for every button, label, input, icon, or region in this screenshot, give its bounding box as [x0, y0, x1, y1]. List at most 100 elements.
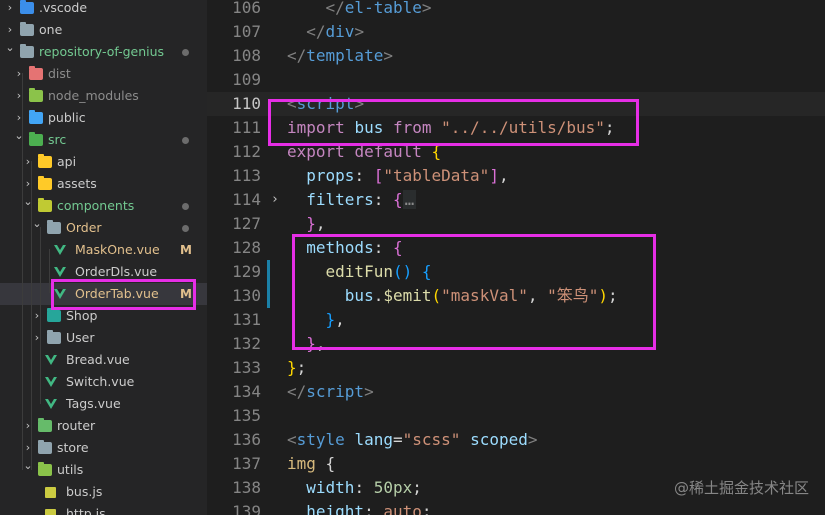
- code-line[interactable]: 137 img {: [207, 452, 825, 476]
- code-line[interactable]: 114 › filters: {…: [207, 188, 825, 212]
- chevron-down-icon[interactable]: ⌄: [31, 213, 43, 235]
- code-token: </: [306, 22, 326, 41]
- chevron-right-icon[interactable]: ›: [22, 151, 34, 173]
- fold-chevron-icon[interactable]: ›: [271, 188, 279, 212]
- vue-file-icon: [45, 355, 57, 365]
- chevron-right-icon[interactable]: ›: [4, 0, 16, 19]
- chevron-right-icon[interactable]: ›: [31, 305, 43, 327]
- explorer-item-label: .vscode: [39, 0, 88, 15]
- vue-file-icon: [45, 377, 57, 387]
- explorer-item-label: store: [57, 440, 89, 455]
- code-token: :: [373, 190, 393, 209]
- code-token: bus: [344, 286, 374, 305]
- line-number: 112: [232, 142, 261, 161]
- explorer-item-dist[interactable]: › dist: [0, 63, 207, 85]
- code-content: export default {: [287, 140, 441, 164]
- explorer-item-http-js[interactable]: http.js: [0, 503, 207, 515]
- code-line[interactable]: 107 </div>: [207, 20, 825, 44]
- folded-ellipsis[interactable]: …: [402, 190, 417, 209]
- code-line[interactable]: 130 bus.$emit("maskVal", "笨鸟");: [207, 284, 825, 308]
- code-content: },: [287, 308, 345, 332]
- folder-icon: [47, 220, 61, 234]
- chevron-right-icon[interactable]: ›: [22, 415, 34, 437]
- code-line[interactable]: 108 </template>: [207, 44, 825, 68]
- explorer-item-label: assets: [57, 176, 97, 191]
- explorer-item-public[interactable]: › public: [0, 107, 207, 129]
- code-line[interactable]: 131 },: [207, 308, 825, 332]
- line-number: 138: [232, 478, 261, 497]
- code-token: "笨鸟": [547, 286, 599, 305]
- chevron-down-icon[interactable]: ⌄: [22, 455, 34, 477]
- chevron-down-icon[interactable]: ⌄: [22, 191, 34, 213]
- code-token: filters: [306, 190, 374, 209]
- code-token: ,: [315, 214, 326, 233]
- code-line[interactable]: 133};: [207, 356, 825, 380]
- line-number: 134: [232, 382, 261, 401]
- code-content: },: [287, 212, 326, 236]
- code-editor[interactable]: 106 </el-table> 107 </div> 108 </template> 1…: [207, 0, 825, 515]
- line-number: 139: [232, 502, 261, 515]
- line-number: 110: [232, 94, 261, 113]
- code-line[interactable]: 106 </el-table>: [207, 0, 825, 20]
- code-token: >: [421, 0, 432, 17]
- code-line[interactable]: 127 },: [207, 212, 825, 236]
- code-line[interactable]: 113 props: ["tableData"],: [207, 164, 825, 188]
- code-line[interactable]: 128 methods: {: [207, 236, 825, 260]
- chevron-right-icon[interactable]: ›: [31, 327, 43, 349]
- code-token: ,: [335, 310, 345, 329]
- code-token: {: [421, 262, 432, 281]
- code-content: </el-table>: [287, 0, 432, 20]
- code-line[interactable]: 109: [207, 68, 825, 92]
- src-folder-icon: [29, 132, 43, 146]
- code-line[interactable]: 129 editFun() {: [207, 260, 825, 284]
- explorer-item-node-modules[interactable]: › node_modules: [0, 85, 207, 107]
- git-status-dot: [182, 203, 189, 210]
- explorer-item-src[interactable]: ⌄ src: [0, 129, 207, 151]
- code-token: <: [287, 430, 297, 449]
- code-token: ;: [608, 286, 618, 305]
- code-token: >: [383, 46, 393, 65]
- code-line[interactable]: 134 </script>: [207, 380, 825, 404]
- code-line[interactable]: 132 },: [207, 332, 825, 356]
- code-line[interactable]: 110 <script>: [207, 92, 825, 116]
- line-number: 107: [232, 22, 261, 41]
- code-token: auto: [383, 502, 422, 515]
- line-number: 136: [232, 430, 261, 449]
- chevron-down-icon[interactable]: ⌄: [4, 37, 16, 59]
- chevron-right-icon[interactable]: ›: [13, 63, 25, 85]
- explorer-item--vscode[interactable]: › .vscode: [0, 0, 207, 19]
- js-file-icon: [45, 509, 56, 515]
- code-line[interactable]: 111 import bus from "../../utils/bus";: [207, 116, 825, 140]
- code-content: editFun() {: [287, 260, 432, 284]
- code-content: </div>: [287, 20, 364, 44]
- code-line[interactable]: 135: [207, 404, 825, 428]
- code-line[interactable]: 112 export default {: [207, 140, 825, 164]
- chevron-down-icon[interactable]: ⌄: [13, 125, 25, 147]
- api-folder-icon: [38, 154, 52, 168]
- explorer-item-label: api: [57, 154, 77, 169]
- explorer-item-one[interactable]: › one: [0, 19, 207, 41]
- code-token: }: [287, 358, 297, 377]
- explorer-item-repository-of-genius[interactable]: ⌄ repository-of-genius: [0, 41, 207, 63]
- code-token: "maskVal": [441, 286, 528, 305]
- chevron-right-icon[interactable]: ›: [13, 85, 25, 107]
- explorer-item-bus-js[interactable]: bus.js: [0, 481, 207, 503]
- line-number: 111: [232, 118, 261, 137]
- code-token: [: [373, 166, 384, 185]
- git-status-dot: [182, 225, 189, 232]
- line-number: 137: [232, 454, 261, 473]
- code-token: :: [373, 238, 393, 257]
- code-token: div: [325, 22, 355, 41]
- line-number: 109: [232, 70, 261, 89]
- utils-folder-icon: [38, 462, 52, 476]
- code-line[interactable]: 139 height: auto;: [207, 500, 825, 515]
- code-line[interactable]: 136 <style lang="scss" scoped>: [207, 428, 825, 452]
